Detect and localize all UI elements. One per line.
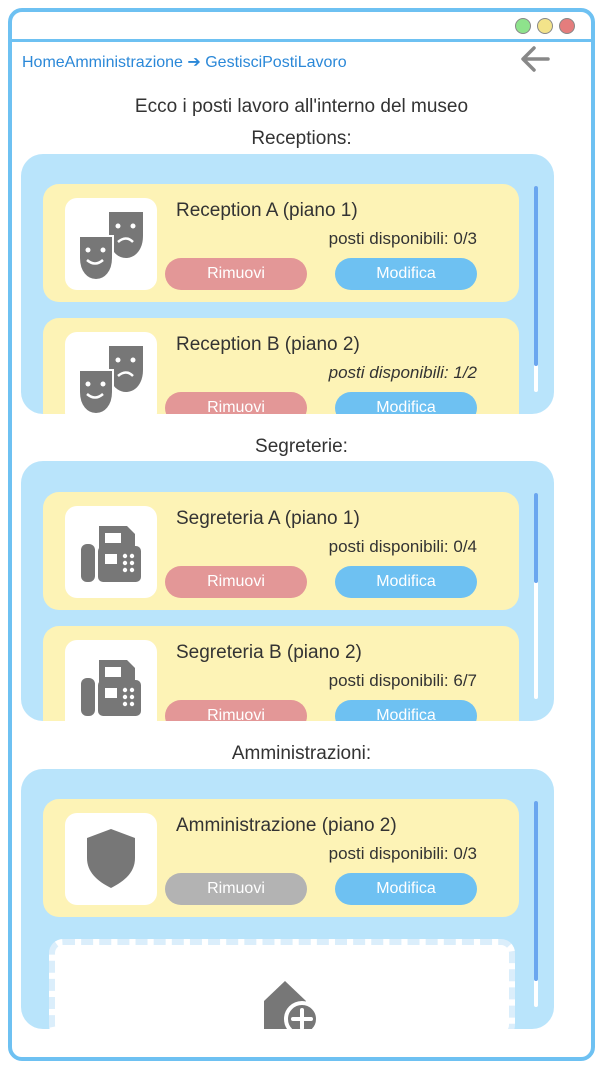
workplace-name: Amministrazione (piano 2) bbox=[176, 815, 397, 836]
page-subtitle: Ecco i posti lavoro all'interno del muse… bbox=[134, 96, 469, 117]
workplace-name: Segreteria A (piano 1) bbox=[176, 508, 360, 529]
back-arrow-icon[interactable] bbox=[518, 44, 552, 74]
minimize-button[interactable] bbox=[537, 18, 553, 34]
workplace-name: Reception B (piano 2) bbox=[176, 334, 360, 355]
segreterie-panel[interactable]: Segreteria A (piano 1) posti disponibili… bbox=[21, 461, 554, 721]
remove-button-disabled: Rimuovi bbox=[165, 873, 307, 905]
house-add-icon bbox=[264, 981, 320, 1029]
workplace-name: Reception A (piano 1) bbox=[176, 200, 358, 221]
theater-masks-icon bbox=[65, 332, 157, 414]
fax-icon bbox=[65, 506, 157, 598]
amministrazioni-panel[interactable]: Amministrazione (piano 2) posti disponib… bbox=[21, 769, 554, 1029]
add-workplace-button[interactable] bbox=[49, 939, 515, 1029]
remove-button[interactable]: Rimuovi bbox=[165, 566, 307, 598]
workplace-name: Segreteria B (piano 2) bbox=[176, 642, 362, 663]
scrollbar-thumb[interactable] bbox=[534, 186, 538, 366]
maximize-button[interactable] bbox=[515, 18, 531, 34]
available-seats: posti disponibili: 0/3 bbox=[328, 844, 477, 863]
available-seats: posti disponibili: 6/7 bbox=[328, 671, 477, 690]
workplace-card: Segreteria A (piano 1) posti disponibili… bbox=[43, 492, 519, 610]
scrollbar-thumb[interactable] bbox=[534, 493, 538, 583]
workplace-card: Reception B (piano 2) posti disponibili:… bbox=[43, 318, 519, 414]
theater-masks-icon bbox=[65, 198, 157, 290]
section-title-segreterie: Segreterie: bbox=[255, 436, 348, 457]
workplace-card: Segreteria B (piano 2) posti disponibili… bbox=[43, 626, 519, 721]
edit-button[interactable]: Modifica bbox=[335, 700, 477, 721]
remove-button[interactable]: Rimuovi bbox=[165, 700, 307, 721]
remove-button[interactable]: Rimuovi bbox=[165, 258, 307, 290]
breadcrumb[interactable]: HomeAmministrazione ➔ GestisciPostiLavor… bbox=[22, 52, 347, 72]
remove-button[interactable]: Rimuovi bbox=[165, 392, 307, 414]
edit-button[interactable]: Modifica bbox=[335, 258, 477, 290]
available-seats: posti disponibili: 0/3 bbox=[328, 229, 477, 248]
close-button[interactable] bbox=[559, 18, 575, 34]
available-seats: posti disponibili: 1/2 bbox=[328, 363, 477, 382]
edit-button[interactable]: Modifica bbox=[335, 873, 477, 905]
section-title-receptions: Receptions: bbox=[251, 128, 352, 149]
fax-icon bbox=[65, 640, 157, 721]
receptions-panel[interactable]: Reception A (piano 1) posti disponibili:… bbox=[21, 154, 554, 414]
scrollbar-thumb[interactable] bbox=[534, 801, 538, 981]
title-bar bbox=[12, 12, 591, 42]
workplace-card: Reception A (piano 1) posti disponibili:… bbox=[43, 184, 519, 302]
shield-icon bbox=[65, 813, 157, 905]
scrollbar[interactable] bbox=[534, 493, 538, 699]
available-seats: posti disponibili: 0/4 bbox=[328, 537, 477, 556]
scrollbar[interactable] bbox=[534, 801, 538, 1007]
workplace-card: Amministrazione (piano 2) posti disponib… bbox=[43, 799, 519, 917]
edit-button[interactable]: Modifica bbox=[335, 392, 477, 414]
scrollbar[interactable] bbox=[534, 186, 538, 392]
edit-button[interactable]: Modifica bbox=[335, 566, 477, 598]
section-title-amministrazioni: Amministrazioni: bbox=[231, 743, 372, 764]
